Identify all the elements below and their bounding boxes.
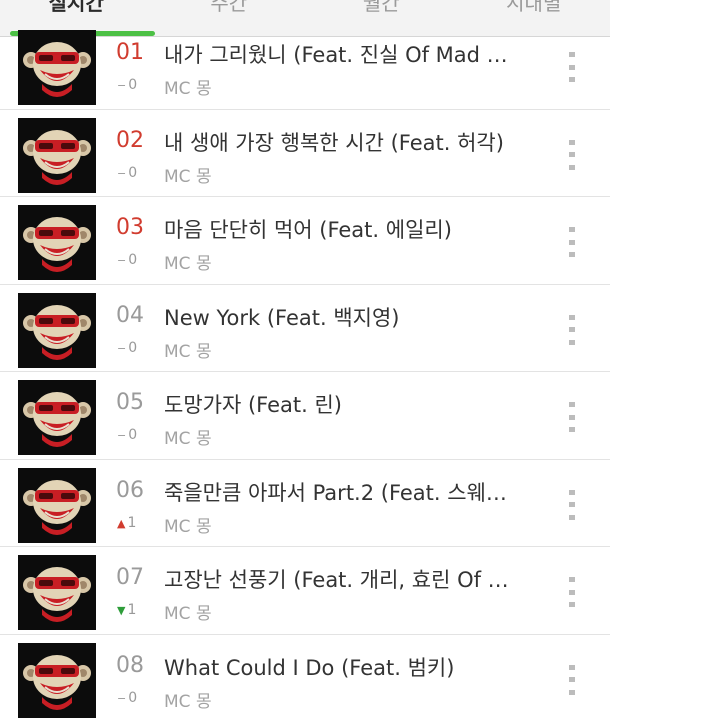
monkey-album-art-svg (18, 467, 96, 543)
rank-change: −0 (117, 77, 157, 93)
monkey-album-art-icon[interactable] (18, 380, 96, 455)
more-vertical-icon[interactable] (566, 52, 578, 82)
artist-name[interactable]: MC 몽 (164, 687, 212, 712)
rank-change: −0 (117, 427, 157, 443)
monkey-album-art-svg (18, 380, 96, 455)
rank-change-value: 0 (128, 164, 138, 181)
artist-name[interactable]: MC 몽 (164, 74, 212, 99)
more-vertical-icon[interactable] (566, 577, 578, 607)
more-vertical-icon[interactable] (566, 314, 578, 345)
rank-number: 07 (116, 565, 144, 590)
rank-up-arrow-icon: ▲ (117, 516, 126, 530)
rank-change-value: 0 (128, 689, 138, 706)
artist-name[interactable]: MC 몽 (164, 599, 212, 624)
song-row[interactable]: 06 죽을만큼 아파서 Part.2 (Feat. 스웨… ▲ 1 MC 몽 (0, 460, 610, 547)
rank-change-value: 1 (127, 514, 137, 531)
monkey-album-art-svg (18, 205, 96, 280)
rank-change: −0 (117, 340, 157, 356)
rank-number: 02 (116, 127, 144, 153)
song-row[interactable]: 05 도망가자 (Feat. 린) −0 MC 몽 (0, 372, 610, 460)
song-row[interactable]: 03 마음 단단히 먹어 (Feat. 에일리) −0 MC 몽 (0, 197, 610, 285)
monkey-album-art-icon[interactable] (18, 555, 96, 630)
song-title[interactable]: 마음 단단히 먹어 (Feat. 에일리) (164, 214, 544, 244)
song-row[interactable]: 08 What Could I Do (Feat. 범키) −0 MC 몽 (0, 635, 610, 721)
artist-name[interactable]: MC 몽 (164, 424, 212, 449)
song-row[interactable]: 01 내가 그리웠니 (Feat. 진실 Of Mad … −0 MC 몽 (0, 22, 610, 110)
monkey-album-art-icon[interactable] (18, 117, 96, 193)
song-title[interactable]: What Could I Do (Feat. 범키) (164, 652, 544, 682)
rank-number: 04 (116, 302, 144, 328)
song-title[interactable]: 내가 그리웠니 (Feat. 진실 Of Mad … (164, 39, 544, 69)
rank-change: −0 (117, 690, 157, 706)
more-vertical-icon[interactable] (566, 139, 578, 170)
rank-same-dash-icon: − (117, 166, 127, 180)
monkey-album-art-icon[interactable] (18, 292, 96, 368)
monkey-album-art-svg (18, 292, 96, 368)
artist-name[interactable]: MC 몽 (164, 337, 212, 362)
more-vertical-icon[interactable] (566, 227, 578, 257)
monkey-album-art-svg (18, 642, 96, 718)
monkey-album-art-icon[interactable] (18, 642, 96, 718)
song-row[interactable]: 02 내 생애 가장 행복한 시간 (Feat. 허각) −0 MC 몽 (0, 110, 610, 197)
more-vertical-icon[interactable] (566, 402, 578, 432)
monkey-album-art-icon[interactable] (18, 467, 96, 543)
rank-number: 01 (116, 40, 144, 65)
song-title[interactable]: New York (Feat. 백지영) (164, 302, 544, 332)
rank-change-value: 0 (128, 77, 138, 93)
song-title[interactable]: 죽을만큼 아파서 Part.2 (Feat. 스웨… (164, 477, 544, 507)
song-row[interactable]: 04 New York (Feat. 백지영) −0 MC 몽 (0, 285, 610, 372)
rank-change: −0 (117, 165, 157, 181)
rank-change-value: 0 (128, 427, 138, 443)
rank-same-dash-icon: − (117, 691, 127, 705)
monkey-album-art-svg (18, 30, 96, 105)
rank-number: 05 (116, 390, 144, 415)
artist-name[interactable]: MC 몽 (164, 162, 212, 187)
song-row[interactable]: 07 고장난 선풍기 (Feat. 개리, 효린 Of … ▼ 1 MC 몽 (0, 547, 610, 635)
chart-panel: 실시간 주간 월간 시대별 01 내가 그리웠니 (Feat. 진실 Of Ma… (0, 0, 610, 721)
rank-same-dash-icon: − (117, 341, 127, 355)
monkey-album-art-icon[interactable] (18, 205, 96, 280)
artist-name[interactable]: MC 몽 (164, 512, 212, 537)
monkey-album-art-icon[interactable] (18, 30, 96, 105)
song-title[interactable]: 도망가자 (Feat. 린) (164, 389, 544, 419)
song-list: 01 내가 그리웠니 (Feat. 진실 Of Mad … −0 MC 몽 02… (0, 22, 610, 721)
rank-change-value: 0 (128, 339, 138, 356)
rank-down-arrow-icon: ▼ (117, 604, 126, 617)
rank-same-dash-icon: − (117, 254, 127, 267)
rank-number: 08 (116, 652, 144, 678)
artist-name[interactable]: MC 몽 (164, 249, 212, 274)
rank-change: ▲ 1 (117, 515, 157, 531)
rank-same-dash-icon: − (117, 429, 127, 442)
rank-number: 03 (116, 215, 144, 240)
song-title[interactable]: 고장난 선풍기 (Feat. 개리, 효린 Of … (164, 564, 544, 594)
rank-number: 06 (116, 477, 144, 503)
more-vertical-icon[interactable] (566, 489, 578, 520)
rank-change: −0 (117, 252, 157, 268)
rank-change-value: 1 (127, 602, 137, 618)
monkey-album-art-svg (18, 117, 96, 193)
rank-change: ▼ 1 (117, 602, 157, 618)
song-title[interactable]: 내 생애 가장 행복한 시간 (Feat. 허각) (164, 127, 544, 157)
more-vertical-icon[interactable] (566, 664, 578, 695)
rank-same-dash-icon: − (117, 79, 127, 92)
rank-change-value: 0 (128, 252, 138, 268)
monkey-album-art-svg (18, 555, 96, 630)
